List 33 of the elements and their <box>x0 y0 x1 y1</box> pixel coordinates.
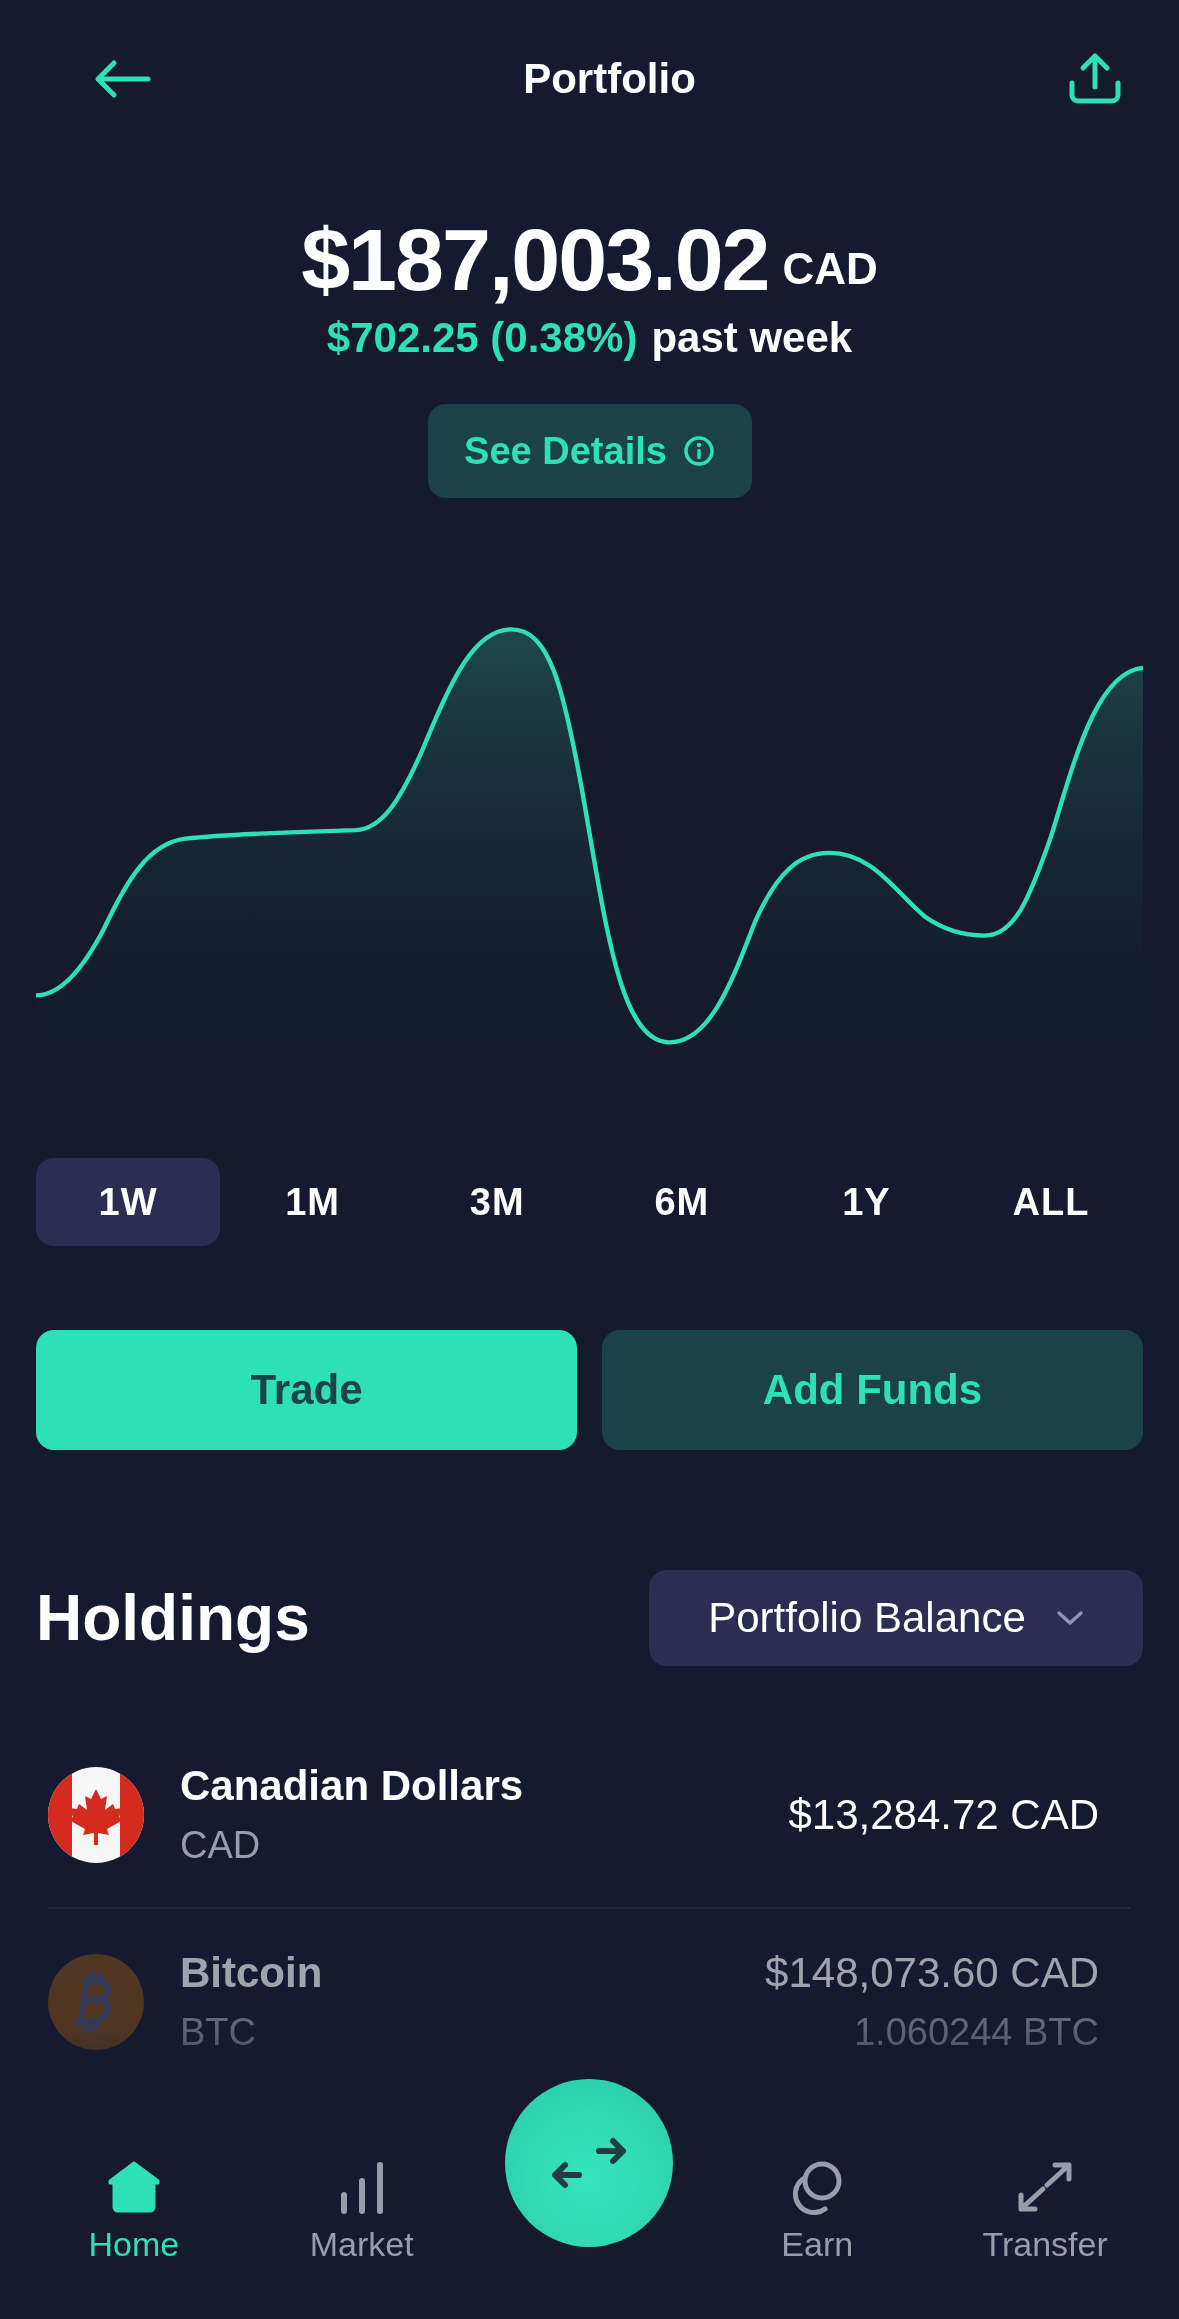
sort-dropdown[interactable]: Portfolio Balance <box>649 1570 1143 1666</box>
chevron-down-icon <box>1055 1610 1084 1626</box>
nav-tab[interactable]: Home <box>33 2129 234 2265</box>
add-funds-button[interactable]: Add Funds <box>602 1330 1143 1450</box>
holding-row[interactable]: Bitcoin BTC $148,073.60 CAD 1.060244 BTC <box>48 1909 1131 2082</box>
asset-name: Canadian Dollars <box>180 1762 525 1810</box>
asset-value: $13,284.72 CAD <box>788 1790 1099 1839</box>
trade-button[interactable]: Trade <box>36 1330 577 1450</box>
range-tab[interactable]: 1M <box>220 1158 405 1246</box>
bitcoin-icon <box>48 1953 144 2050</box>
range-tab[interactable]: 1W <box>36 1158 220 1246</box>
asset-amount: 1.060244 BTC <box>852 2011 1099 2054</box>
range-tab[interactable]: 3M <box>405 1158 590 1246</box>
range-tab[interactable]: 6M <box>589 1158 774 1246</box>
range-tab[interactable]: ALL <box>958 1158 1143 1246</box>
holding-row[interactable]: Canadian Dollars CAD $13,284.72 CAD <box>48 1722 1131 1907</box>
change-period: past week <box>651 314 853 362</box>
nav-tab[interactable]: Market <box>261 2129 462 2265</box>
info-icon <box>682 435 715 467</box>
asset-name: Bitcoin <box>180 1949 324 1997</box>
section-title: Holdings <box>36 1581 310 1655</box>
asset-code: BTC <box>180 2011 257 2054</box>
see-details-button[interactable]: See Details <box>427 404 752 498</box>
share-icon[interactable] <box>1067 51 1123 107</box>
balance-currency: CAD <box>782 244 878 294</box>
balance-amount: $187,003.02 <box>301 209 769 311</box>
range-tab[interactable]: 1Y <box>774 1158 959 1246</box>
asset-code: CAD <box>180 1824 262 1867</box>
change-value: $702.25 (0.38%) <box>326 314 638 362</box>
nav-tab[interactable]: Earn <box>717 2129 918 2265</box>
page-title: Portfolio <box>523 55 696 103</box>
asset-value: $148,073.60 CAD <box>765 1949 1099 1997</box>
nav-tab[interactable]: Transfer <box>945 2129 1146 2265</box>
